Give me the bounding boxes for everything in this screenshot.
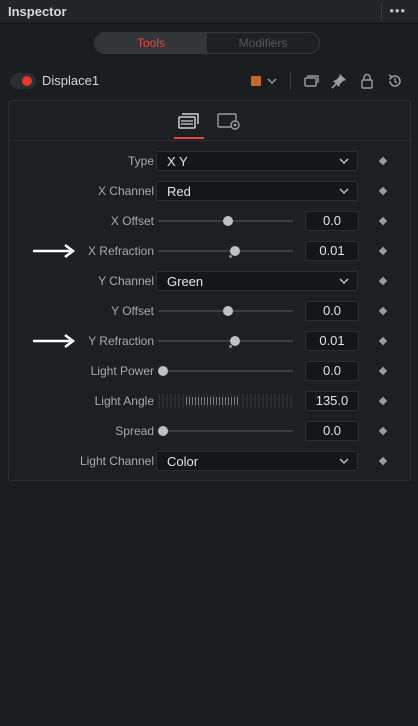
thumbwheel-ridges (186, 397, 240, 405)
inspector-header: Inspector ••• (0, 0, 418, 24)
light-power-row: Light Power 0.0 (9, 360, 410, 382)
chevron-down-icon[interactable] (266, 75, 278, 87)
light-power-input[interactable]: 0.0 (305, 361, 359, 381)
more-dots-icon[interactable]: ••• (389, 3, 406, 18)
default-marker (228, 345, 232, 348)
lock-icon[interactable] (358, 72, 376, 90)
spread-row: Spread 0.0 (9, 420, 410, 442)
light-power-knob[interactable] (158, 366, 168, 376)
x-channel-label: X Channel (97, 184, 154, 198)
y-offset-row: Y Offset 0.0 (9, 300, 410, 322)
light-angle-thumbwheel[interactable] (158, 394, 294, 408)
node-enable-toggle[interactable] (10, 73, 36, 89)
light-channel-dropdown[interactable]: Color (156, 451, 358, 471)
node-header: Displace1 (8, 70, 412, 92)
x-channel-dropdown[interactable]: Red (156, 181, 358, 201)
inspector-title: Inspector (8, 4, 67, 19)
x-refraction-label: X Refraction (87, 244, 154, 258)
type-dropdown[interactable]: X Y (156, 151, 358, 171)
y-offset-knob[interactable] (223, 306, 233, 316)
y-refraction-input[interactable]: 0.01 (305, 331, 359, 351)
x-refraction-input[interactable]: 0.01 (305, 241, 359, 261)
keyframe-diamond-icon[interactable] (378, 366, 388, 376)
x-channel-value: Red (167, 184, 191, 199)
light-power-slider[interactable] (158, 370, 293, 372)
keyframe-diamond-icon[interactable] (378, 456, 388, 466)
spread-knob[interactable] (158, 426, 168, 436)
x-offset-row: X Offset 0.0 (9, 210, 410, 232)
pin-icon[interactable] (330, 72, 348, 90)
versions-icon[interactable] (302, 72, 320, 90)
keyframe-diamond-icon[interactable] (378, 306, 388, 316)
type-row: Type X Y (9, 150, 410, 172)
spread-slider[interactable] (158, 430, 293, 432)
arrow-right-icon (33, 334, 76, 348)
x-offset-input[interactable]: 0.0 (305, 211, 359, 231)
type-value: X Y (167, 154, 188, 169)
node-color-swatch[interactable] (251, 76, 261, 86)
light-angle-label: Light Angle (94, 394, 154, 408)
keyframe-diamond-icon[interactable] (378, 216, 388, 226)
tools-modifiers-switch: Tools Modifiers (94, 32, 320, 54)
x-refraction-slider[interactable] (158, 250, 293, 252)
light-channel-label: Light Channel (79, 454, 154, 468)
type-label: Type (127, 154, 154, 168)
x-channel-row: X Channel Red (9, 180, 410, 202)
default-marker (228, 255, 232, 258)
reset-icon[interactable] (386, 72, 404, 90)
light-channel-value: Color (167, 454, 199, 469)
y-channel-label: Y Channel (98, 274, 154, 288)
chevron-down-icon (339, 458, 349, 465)
tab-modifiers[interactable]: Modifiers (207, 33, 319, 53)
light-channel-row: Light Channel Color (9, 450, 410, 472)
keyframe-diamond-icon[interactable] (378, 426, 388, 436)
keyframe-diamond-icon[interactable] (378, 276, 388, 286)
y-offset-label: Y Offset (111, 304, 154, 318)
y-channel-dropdown[interactable]: Green (156, 271, 358, 291)
keyframe-diamond-icon[interactable] (378, 246, 388, 256)
x-offset-knob[interactable] (223, 216, 233, 226)
header-divider (381, 3, 382, 21)
controls-panel: Type X Y X Channel Red X Offset 0.0 X Re… (8, 100, 411, 481)
keyframe-diamond-icon[interactable] (378, 156, 388, 166)
keyframe-diamond-icon[interactable] (378, 336, 388, 346)
spread-input[interactable]: 0.0 (305, 421, 359, 441)
chevron-down-icon (339, 158, 349, 165)
light-angle-input[interactable]: 135.0 (305, 391, 359, 411)
spread-label: Spread (115, 424, 154, 438)
keyframe-diamond-icon[interactable] (378, 186, 388, 196)
chevron-down-icon (339, 278, 349, 285)
light-angle-row: Light Angle 135.0 (9, 390, 410, 412)
arrow-right-icon (33, 244, 76, 258)
panel-subtabs (9, 101, 410, 141)
y-channel-value: Green (167, 274, 204, 289)
settings-tab-icon[interactable] (216, 110, 242, 132)
node-name[interactable]: Displace1 (42, 73, 99, 88)
keyframe-diamond-icon[interactable] (378, 396, 388, 406)
tab-tools[interactable]: Tools (95, 33, 207, 53)
toggle-dot (22, 76, 32, 86)
active-subtab-indicator (174, 137, 204, 139)
chevron-down-icon (339, 188, 349, 195)
y-offset-input[interactable]: 0.0 (305, 301, 359, 321)
x-offset-label: X Offset (110, 214, 154, 228)
node-toolbar-divider (290, 72, 291, 90)
y-refraction-slider[interactable] (158, 340, 293, 342)
controls-tab-icon[interactable] (176, 110, 202, 132)
light-power-label: Light Power (90, 364, 154, 378)
y-channel-row: Y Channel Green (9, 270, 410, 292)
y-refraction-label: Y Refraction (88, 334, 154, 348)
